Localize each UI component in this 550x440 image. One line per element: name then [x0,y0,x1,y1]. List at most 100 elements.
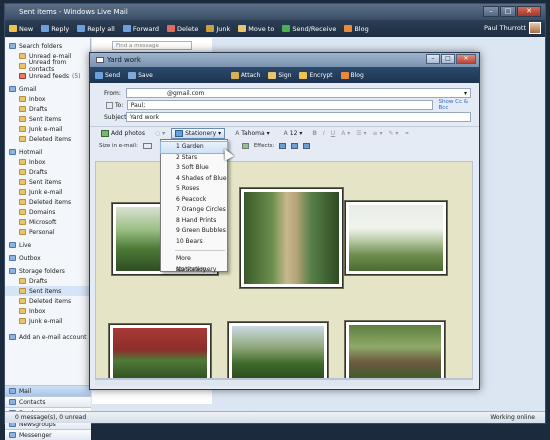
folder-item[interactable]: Junk e-mail [5,316,90,326]
close-button[interactable]: ✕ [517,6,541,17]
folder-item[interactable]: Sent items [5,177,90,187]
message-body[interactable] [95,161,473,379]
forward-button[interactable]: Forward [122,25,159,33]
horizontal-scrollbar[interactable] [95,379,473,386]
stationery-option[interactable]: 1 Garden [160,141,228,154]
link-icon[interactable]: ⚭ [404,130,409,137]
send-button[interactable]: Send [95,71,120,79]
align-icon[interactable]: ≡ ▾ [373,130,383,137]
stationery-option[interactable]: 6 Peacock [161,195,227,206]
folder-section-header[interactable]: Storage folders [5,266,90,276]
folder-item[interactable]: Inbox [5,157,90,167]
minimize-button[interactable]: – [483,6,499,17]
stationery-option[interactable]: 5 Roses [161,184,227,195]
folder-item[interactable]: Personal [5,227,90,237]
effect-icon[interactable] [303,143,311,149]
add-photos-button[interactable]: Add photos [97,128,149,139]
folder-item[interactable]: Drafts [5,167,90,177]
reply-all-button[interactable]: Reply all [77,25,115,33]
stationery-option[interactable]: 10 Bears [161,237,227,248]
folder-item[interactable]: Sent items [5,286,90,296]
stationery-option[interactable]: 4 Shades of Blue [161,174,227,185]
to-field[interactable]: Paul; [126,100,433,110]
folder-item[interactable]: Microsoft [5,217,90,227]
folder-section-header[interactable]: Gmail [5,84,90,94]
effect-icon[interactable] [279,143,287,149]
from-select[interactable]: @gmail.com ▾ [126,88,471,98]
folder-icon [19,159,26,165]
emoticon-icon[interactable]: ◌ ▾ [155,130,165,137]
compose-maximize-button[interactable]: □ [441,54,455,64]
bold-icon[interactable]: B [312,130,317,137]
stationery-option[interactable]: 3 Soft Blue [161,163,227,174]
attach-button[interactable]: Attach [230,71,260,79]
blog-button[interactable]: Blog [344,25,369,33]
nav-tab-contacts[interactable]: Contacts [5,396,91,407]
compose-close-button[interactable]: ✕ [456,54,476,64]
window-title: Sent items - Windows Live Mail [19,8,128,16]
show-cc-bcc-link[interactable]: Show Cc & Bcc [439,99,479,111]
bullets-icon[interactable]: ☰ ▾ [356,130,366,137]
folder-item[interactable]: Unread feeds (5) [5,71,90,81]
underline-icon[interactable]: U [331,130,335,137]
move-to-button[interactable]: Move to [238,25,274,33]
no-stationery-option[interactable]: No stationery [161,265,227,276]
folder-section-header[interactable]: Hotmail [5,147,90,157]
folder-label: Drafts [29,277,48,285]
send-receive-button[interactable]: Send/Receive [282,25,336,33]
font-size-select[interactable]: A 12 ▾ [280,128,307,139]
folder-item[interactable]: Drafts [5,104,90,114]
blog-button[interactable]: Blog [340,71,364,79]
maximize-button[interactable]: □ [500,6,516,17]
folder-item[interactable]: Deleted items [5,134,90,144]
folder-item[interactable]: Drafts [5,276,90,286]
folder-item[interactable]: Deleted items [5,296,90,306]
folder-section-header[interactable]: Live [5,240,90,250]
stationery-option[interactable]: 9 Green Bubbles [161,226,227,237]
sign-button[interactable]: Sign [268,71,291,79]
font-color-icon[interactable]: A ▾ [341,130,350,137]
from-row: From: @gmail.com ▾ [90,87,479,99]
avatar[interactable] [529,22,541,34]
add-account-link[interactable]: Add an e-mail account [5,332,90,342]
junk-button[interactable]: Junk [206,25,230,33]
nav-tab-mail[interactable]: Mail [5,385,91,396]
user-area[interactable]: Paul Thurrott [484,22,541,34]
folder-item[interactable]: Deleted items [5,197,90,207]
photo-2[interactable] [240,188,343,288]
stationery-option[interactable]: 7 Orange Circles [161,205,227,216]
folder-item[interactable]: Unread from contacts [5,59,90,73]
folder-item[interactable]: Inbox [5,94,90,104]
highlight-icon[interactable]: ✎ ▾ [388,130,398,137]
more-stationery-option[interactable]: More stationery... [161,254,227,273]
search-input[interactable]: Find a message [112,41,192,50]
folder-section-header[interactable]: Outbox [5,253,90,263]
folder-section-header[interactable]: Search folders [5,41,90,51]
folder-item[interactable]: Junk e-mail [5,187,90,197]
stationery-option[interactable]: 2 Stars [161,153,227,164]
folder-item[interactable]: Inbox [5,306,90,316]
encrypt-button[interactable]: Encrypt [299,71,333,79]
folder-item[interactable]: Junk e-mail [5,124,90,134]
new-button[interactable]: New [9,25,33,33]
layout-icon[interactable] [241,143,249,149]
size-icon[interactable] [142,143,152,149]
photo-4[interactable] [109,324,211,378]
photo-5[interactable] [228,322,328,378]
compose-minimize-button[interactable]: – [426,54,440,64]
italic-icon[interactable]: I [323,130,325,137]
save-button[interactable]: Save [128,71,153,79]
effect-icon[interactable] [291,143,299,149]
nav-tab-messenger[interactable]: Messenger [5,429,91,440]
font-select[interactable]: A Tahoma ▾ [231,128,273,139]
subject-field[interactable]: Yard work [126,112,471,122]
photo-3[interactable] [345,201,447,275]
photo-6[interactable] [345,321,445,378]
stationery-button[interactable]: Stationery ▾ [171,128,226,139]
folder-item[interactable]: Domains [5,207,90,217]
to-icon[interactable] [106,101,113,109]
reply-button[interactable]: Reply [41,25,69,33]
folder-item[interactable]: Sent items [5,114,90,124]
stationery-option[interactable]: 8 Hand Prints [161,216,227,227]
delete-button[interactable]: Delete [167,25,198,33]
